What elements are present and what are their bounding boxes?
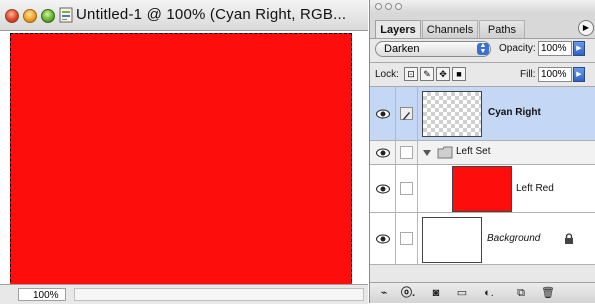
layer-mask-icon[interactable]: ◙: [429, 286, 443, 300]
layer-row-left-set[interactable]: Left Set: [370, 141, 595, 165]
tab-channels[interactable]: Channels: [422, 20, 478, 38]
document-title: Untitled-1 @ 100% (Cyan Right, RGB...: [76, 6, 347, 23]
layers-panel: Layers Channels Paths ▶ Darken ▲ ▼ Opacit…: [369, 0, 595, 303]
opacity-slider-button[interactable]: ▶: [573, 41, 585, 56]
eye-icon: [376, 234, 390, 244]
status-bar: 100%: [0, 284, 368, 304]
panel-titlebar[interactable]: [370, 0, 595, 14]
blend-mode-value: Darken: [384, 43, 420, 55]
layer-row-left-red[interactable]: Left Red: [370, 165, 595, 213]
fill-label: Fill:: [520, 69, 536, 80]
close-button[interactable]: [5, 9, 19, 23]
layer-name: Cyan Right: [488, 107, 541, 118]
empty-link-box: [400, 182, 413, 195]
new-set-icon[interactable]: ▭: [455, 286, 469, 300]
layer-thumbnail: [452, 166, 512, 212]
layer-name: Background: [487, 233, 541, 244]
panel-close-button[interactable]: [375, 3, 382, 10]
panel-minimize-button[interactable]: [385, 3, 392, 10]
layer-thumbnail: [422, 217, 482, 263]
document-titlebar[interactable]: Untitled-1 @ 100% (Cyan Right, RGB...: [0, 0, 368, 31]
fill-slider-button[interactable]: ▶: [573, 67, 585, 82]
opacity-label: Opacity:: [499, 43, 536, 54]
visibility-cell[interactable]: [370, 141, 396, 164]
canvas-area[interactable]: [0, 31, 368, 287]
layer-style-icon[interactable]: ⓞ.: [401, 286, 415, 300]
canvas[interactable]: [10, 33, 352, 287]
eye-icon: [376, 109, 390, 119]
tab-layers[interactable]: Layers: [375, 20, 421, 38]
panel-tabs: Layers Channels Paths ▶: [370, 14, 595, 39]
layer-row-background[interactable]: Background: [370, 213, 595, 265]
visibility-cell[interactable]: [370, 213, 396, 264]
lock-all-icon[interactable]: ■: [452, 67, 466, 81]
link-cell[interactable]: [396, 87, 418, 140]
brush-icon: [400, 107, 413, 120]
chevron-updown-icon: ▲ ▼: [477, 42, 489, 55]
visibility-cell[interactable]: [370, 87, 396, 140]
document-window: Untitled-1 @ 100% (Cyan Right, RGB... 10…: [0, 0, 368, 304]
document-icon: [59, 7, 73, 23]
panel-menu-button[interactable]: ▶: [578, 20, 594, 36]
layer-row-cyan-right[interactable]: Cyan Right: [370, 87, 595, 141]
lock-icon: [565, 233, 573, 244]
layers-toolbar: ⌁ ⓞ. ◙ ▭ ◐. ⧉ 🗑: [370, 282, 595, 303]
visibility-cell[interactable]: [370, 165, 396, 212]
link-cell[interactable]: [396, 141, 418, 164]
link-cell[interactable]: [396, 165, 418, 212]
link-cell[interactable]: [396, 213, 418, 264]
fill-field[interactable]: 100%: [538, 67, 572, 82]
lock-label: Lock:: [375, 69, 399, 80]
zoom-level-field[interactable]: 100%: [18, 288, 66, 301]
layer-thumbnail: [422, 91, 482, 137]
new-layer-icon[interactable]: ⧉: [514, 286, 528, 300]
lock-transparent-pixels-icon[interactable]: ⊡: [404, 67, 418, 81]
eye-icon: [376, 148, 390, 158]
minimize-button[interactable]: [23, 9, 37, 23]
blend-mode-select[interactable]: Darken ▲ ▼: [375, 41, 491, 57]
horizontal-scrollbar[interactable]: [74, 288, 364, 301]
lock-image-pixels-icon[interactable]: ✎: [420, 67, 434, 81]
folder-icon: [437, 146, 453, 159]
layer-name: Left Red: [516, 183, 554, 194]
link-layers-icon[interactable]: ⌁: [378, 286, 390, 300]
panel-zoom-button[interactable]: [395, 3, 402, 10]
divider: [370, 62, 595, 63]
zoom-button[interactable]: [41, 9, 55, 23]
tab-paths[interactable]: Paths: [479, 20, 525, 38]
lock-position-icon[interactable]: ✥: [436, 67, 450, 81]
opacity-field[interactable]: 100%: [538, 41, 572, 56]
empty-link-box: [400, 146, 413, 159]
empty-link-box: [400, 232, 413, 245]
disclosure-triangle-icon[interactable]: [423, 149, 431, 157]
trash-icon[interactable]: 🗑: [541, 286, 555, 300]
adjustment-layer-icon[interactable]: ◐.: [481, 286, 497, 300]
eye-icon: [376, 184, 390, 194]
layer-name: Left Set: [456, 146, 491, 157]
